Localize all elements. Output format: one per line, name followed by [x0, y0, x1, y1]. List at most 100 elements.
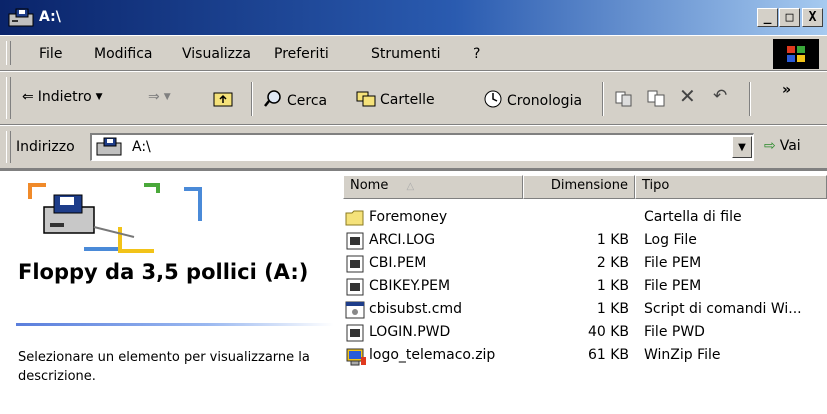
list-item[interactable]: cbisubst.cmd 1 KB Script di comandi Wi..… [345, 299, 825, 322]
list-item[interactable]: logo_telemaco.zip 61 KB WinZip File [345, 345, 825, 368]
file-icon [345, 324, 365, 346]
undo-button[interactable]: ↶ [713, 86, 727, 106]
column-header-size[interactable]: Dimensione [523, 175, 635, 199]
copy-to-button[interactable] [646, 89, 666, 111]
delete-icon: ✕ [679, 84, 696, 108]
file-name: cbisubst.cmd [369, 301, 462, 317]
menu-file[interactable]: File [39, 46, 62, 62]
drive-icon [96, 137, 122, 161]
go-label: Vai [779, 138, 801, 154]
search-label: Cerca [287, 93, 328, 109]
up-folder-button[interactable] [213, 89, 233, 111]
selection-description: Selezionare un elemento per visualizzarn… [18, 350, 310, 384]
menu-preferiti[interactable]: Preferiti [274, 46, 329, 62]
file-name: CBIKEY.PEM [369, 278, 451, 294]
move-to-button[interactable] [614, 89, 634, 111]
file-type: Log File [644, 232, 697, 248]
history-button[interactable]: Cronologia [483, 89, 582, 113]
forward-arrow-icon: ⇒ [148, 89, 160, 105]
list-item[interactable]: CBIKEY.PEM 1 KB File PEM [345, 276, 825, 299]
windows-logo-icon [773, 39, 819, 69]
toolbar: ⇐ Indietro ▼ ⇒ ▼ Cerca Cartelle Cronolog… [0, 71, 827, 125]
menu-bar: File Modifica Visualizza Preferiti Strum… [0, 35, 827, 71]
file-size: 40 KB [587, 324, 629, 340]
column-header-name[interactable]: Nome △ [343, 175, 523, 199]
menu-help[interactable]: ? [473, 46, 480, 62]
menu-modifica[interactable]: Modifica [94, 46, 153, 62]
toolbar-separator [749, 82, 751, 116]
menu-visualizza[interactable]: Visualizza [182, 46, 251, 62]
folder-icon [345, 209, 365, 231]
title-bar[interactable]: A:\ _ □ X [0, 0, 827, 35]
winzip-icon [345, 347, 367, 371]
file-icon [345, 232, 365, 254]
back-dropdown-icon[interactable]: ▼ [96, 92, 103, 102]
floppy-drive-icon [24, 179, 214, 263]
file-size: 61 KB [587, 347, 629, 363]
minimize-button[interactable]: _ [757, 8, 778, 27]
details-pane: Floppy da 3,5 pollici (A:) Selezionare u… [10, 171, 335, 414]
file-size: 2 KB [596, 255, 629, 271]
list-item[interactable]: CBI.PEM 2 KB File PEM [345, 253, 825, 276]
address-dropdown-button[interactable]: ▼ [732, 136, 752, 158]
address-grip[interactable] [6, 131, 11, 163]
drive-icon [8, 8, 34, 32]
file-name: ARCI.LOG [369, 232, 436, 248]
list-item[interactable]: LOGIN.PWD 40 KB File PWD [345, 322, 825, 345]
address-label: Indirizzo [16, 139, 75, 155]
back-button[interactable]: ⇐ Indietro ▼ [22, 89, 103, 105]
file-size: 1 KB [596, 301, 629, 317]
menu-strumenti[interactable]: Strumenti [371, 46, 441, 62]
column-header-type[interactable]: Tipo [635, 175, 827, 199]
content-area: Floppy da 3,5 pollici (A:) Selezionare u… [0, 169, 827, 412]
file-name: LOGIN.PWD [369, 324, 451, 340]
toolbar-grip[interactable] [6, 77, 11, 119]
file-size: 1 KB [596, 278, 629, 294]
sort-ascending-icon: △ [406, 181, 415, 192]
file-icon [345, 255, 365, 277]
file-name: Foremoney [369, 209, 448, 225]
folders-button[interactable]: Cartelle [356, 89, 435, 111]
search-icon [263, 89, 283, 113]
go-arrow-icon: ⇨ [764, 138, 776, 154]
column-name-label: Nome [350, 178, 389, 193]
folders-icon [356, 89, 376, 111]
search-button[interactable]: Cerca [263, 89, 327, 113]
address-bar: Indirizzo A:\ ▼ ⇨ Vai [0, 125, 827, 169]
list-item[interactable]: Foremoney Cartella di file [345, 207, 825, 230]
delete-button[interactable]: ✕ [679, 84, 696, 108]
history-label: Cronologia [507, 93, 583, 109]
forward-button[interactable]: ⇒ ▼ [148, 89, 171, 105]
file-type: Cartella di file [644, 209, 742, 225]
script-icon [345, 301, 365, 323]
file-type: File PWD [644, 324, 705, 340]
file-type: Script di comandi Wi... [644, 301, 802, 317]
file-size: 1 KB [596, 232, 629, 248]
toolbar-separator [251, 82, 253, 116]
list-item[interactable]: ARCI.LOG 1 KB Log File [345, 230, 825, 253]
divider [16, 323, 334, 326]
move-to-icon [614, 89, 634, 111]
file-name: CBI.PEM [369, 255, 427, 271]
forward-dropdown-icon[interactable]: ▼ [164, 92, 171, 102]
history-icon [483, 89, 503, 113]
back-label: Indietro [37, 89, 92, 105]
drive-title: Floppy da 3,5 pollici (A:) [18, 260, 309, 284]
file-name: logo_telemaco.zip [369, 347, 496, 363]
more-chevron-button[interactable]: » [782, 82, 791, 98]
file-type: WinZip File [644, 347, 721, 363]
back-arrow-icon: ⇐ [22, 89, 34, 105]
address-input[interactable]: A:\ ▼ [90, 133, 754, 161]
menu-grip[interactable] [6, 41, 11, 65]
address-value: A:\ [132, 139, 151, 155]
undo-icon: ↶ [713, 86, 728, 106]
file-type: File PEM [644, 278, 702, 294]
folders-label: Cartelle [380, 92, 435, 108]
go-button[interactable]: ⇨ Vai [764, 138, 801, 154]
window-title: A:\ [39, 9, 61, 25]
copy-to-icon [646, 89, 666, 111]
file-type: File PEM [644, 255, 702, 271]
up-folder-icon [213, 89, 233, 111]
close-button[interactable]: X [802, 8, 823, 27]
maximize-button[interactable]: □ [779, 8, 800, 27]
